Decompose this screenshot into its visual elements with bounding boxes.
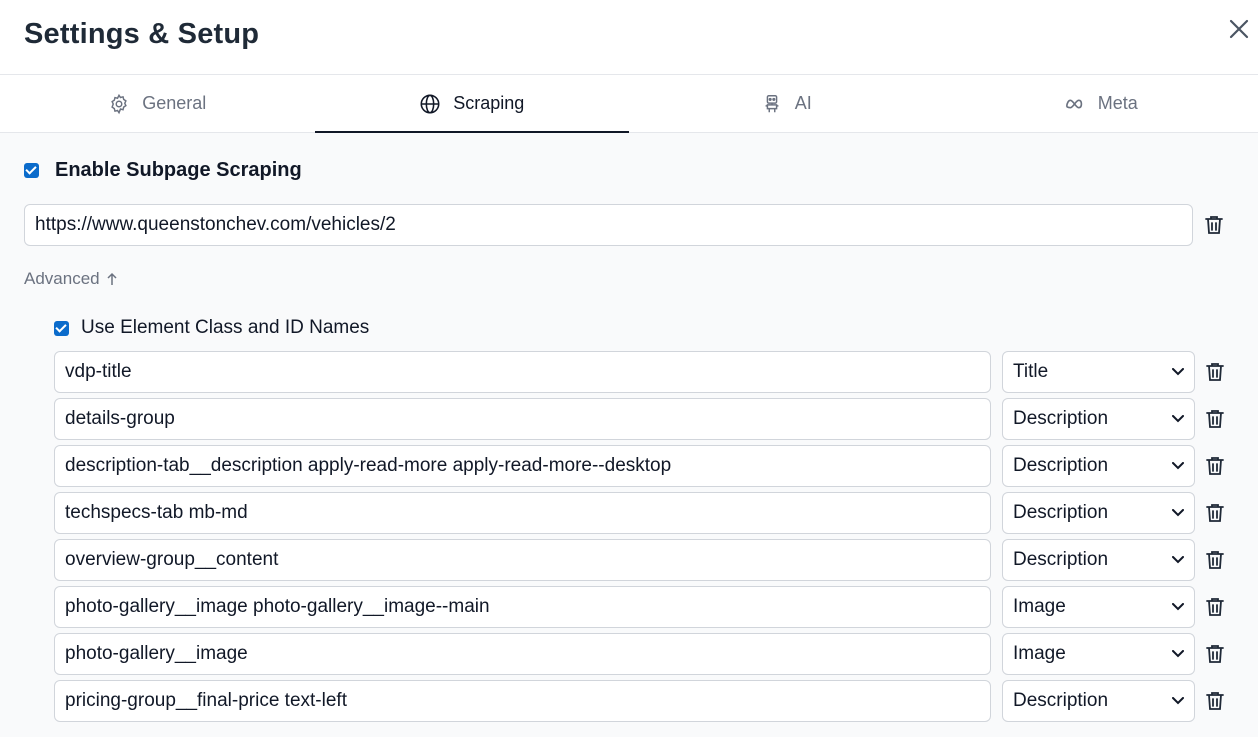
delete-url-button[interactable]	[1203, 214, 1225, 236]
delete-rule-button[interactable]	[1204, 455, 1226, 477]
close-icon	[1229, 19, 1249, 39]
tab-general-label: General	[142, 93, 207, 113]
trash-icon	[1206, 457, 1224, 475]
scraping-panel: Enable Subpage Scraping Advanced Use Ele…	[0, 133, 1258, 737]
enable-subpage-label: Enable Subpage Scraping	[55, 159, 302, 181]
close-button[interactable]	[1224, 14, 1254, 44]
selector-input[interactable]	[54, 633, 991, 675]
chevron-down-icon	[1172, 509, 1184, 517]
field-type-value: Image	[1013, 643, 1066, 664]
field-type-select[interactable]: Description	[1002, 539, 1195, 581]
gear-icon	[111, 93, 128, 114]
field-type-select[interactable]: Description	[1002, 445, 1195, 487]
selector-rule-row: Description	[54, 445, 1234, 487]
chevron-down-icon	[1172, 556, 1184, 564]
selector-input[interactable]	[54, 586, 991, 628]
tab-meta-label: Meta	[1097, 93, 1138, 113]
field-type-value: Description	[1013, 455, 1109, 476]
field-type-value: Title	[1013, 361, 1049, 382]
subpage-url-input[interactable]	[24, 204, 1193, 246]
trash-icon	[1206, 504, 1224, 522]
delete-rule-button[interactable]	[1204, 690, 1226, 712]
chevron-down-icon	[1172, 697, 1184, 705]
field-type-value: Description	[1013, 408, 1109, 429]
selector-rule-row: Description	[54, 398, 1234, 440]
enable-subpage-row: Enable Subpage Scraping	[24, 159, 302, 182]
delete-rule-button[interactable]	[1204, 361, 1226, 383]
settings-tabs: General Scraping AI Meta	[0, 75, 1258, 133]
chevron-down-icon	[1172, 415, 1184, 423]
advanced-label: Advanced	[24, 269, 100, 288]
arrow-up-icon	[107, 272, 117, 285]
tab-meta[interactable]: Meta	[944, 75, 1258, 132]
selector-input[interactable]	[54, 680, 991, 722]
tab-scraping-label: Scraping	[453, 93, 525, 113]
dialog-title: Settings & Setup	[24, 18, 260, 50]
use-class-id-label: Use Element Class and ID Names	[81, 317, 370, 338]
selector-rule-row: Description	[54, 492, 1234, 534]
advanced-toggle[interactable]: Advanced	[24, 269, 118, 289]
field-type-select[interactable]: Description	[1002, 680, 1195, 722]
delete-rule-button[interactable]	[1204, 643, 1226, 665]
field-type-select[interactable]: Description	[1002, 398, 1195, 440]
trash-icon	[1205, 216, 1223, 234]
selector-input[interactable]	[54, 492, 991, 534]
selector-input[interactable]	[54, 539, 991, 581]
selector-rule-row: Image	[54, 586, 1234, 628]
trash-icon	[1206, 645, 1224, 663]
delete-rule-button[interactable]	[1204, 596, 1226, 618]
selector-rule-row: Description	[54, 680, 1234, 722]
selector-rule-row: Image	[54, 633, 1234, 675]
tab-ai[interactable]: AI	[629, 75, 944, 132]
tab-ai-label: AI	[794, 93, 812, 113]
robot-icon	[765, 94, 779, 112]
trash-icon	[1206, 598, 1224, 616]
delete-rule-button[interactable]	[1204, 549, 1226, 571]
trash-icon	[1206, 363, 1224, 381]
chevron-down-icon	[1172, 368, 1184, 376]
globe-icon	[420, 94, 440, 113]
field-type-select[interactable]: Description	[1002, 492, 1195, 534]
chevron-down-icon	[1172, 603, 1184, 611]
field-type-value: Image	[1013, 596, 1066, 617]
chevron-down-icon	[1172, 462, 1184, 470]
field-type-value: Description	[1013, 549, 1109, 570]
tab-general[interactable]: General	[0, 75, 315, 132]
selector-input[interactable]	[54, 398, 991, 440]
selector-input[interactable]	[54, 445, 991, 487]
selector-rule-row: Description	[54, 539, 1234, 581]
selector-input[interactable]	[54, 351, 991, 393]
field-type-select[interactable]: Title	[1002, 351, 1195, 393]
meta-icon	[1065, 99, 1082, 108]
dialog-header: Settings & Setup	[0, 0, 1258, 75]
trash-icon	[1206, 692, 1224, 710]
chevron-down-icon	[1172, 650, 1184, 658]
tab-scraping[interactable]: Scraping	[314, 75, 630, 133]
delete-rule-button[interactable]	[1204, 502, 1226, 524]
delete-rule-button[interactable]	[1204, 408, 1226, 430]
field-type-select[interactable]: Image	[1002, 586, 1195, 628]
selector-rule-row: Title	[54, 351, 1234, 393]
use-class-id-row: Use Element Class and ID Names	[54, 317, 369, 339]
enable-subpage-checkbox[interactable]	[24, 163, 39, 178]
field-type-value: Description	[1013, 690, 1109, 711]
field-type-value: Description	[1013, 502, 1109, 523]
field-type-select[interactable]: Image	[1002, 633, 1195, 675]
trash-icon	[1206, 410, 1224, 428]
trash-icon	[1206, 551, 1224, 569]
use-class-id-checkbox[interactable]	[54, 320, 69, 336]
